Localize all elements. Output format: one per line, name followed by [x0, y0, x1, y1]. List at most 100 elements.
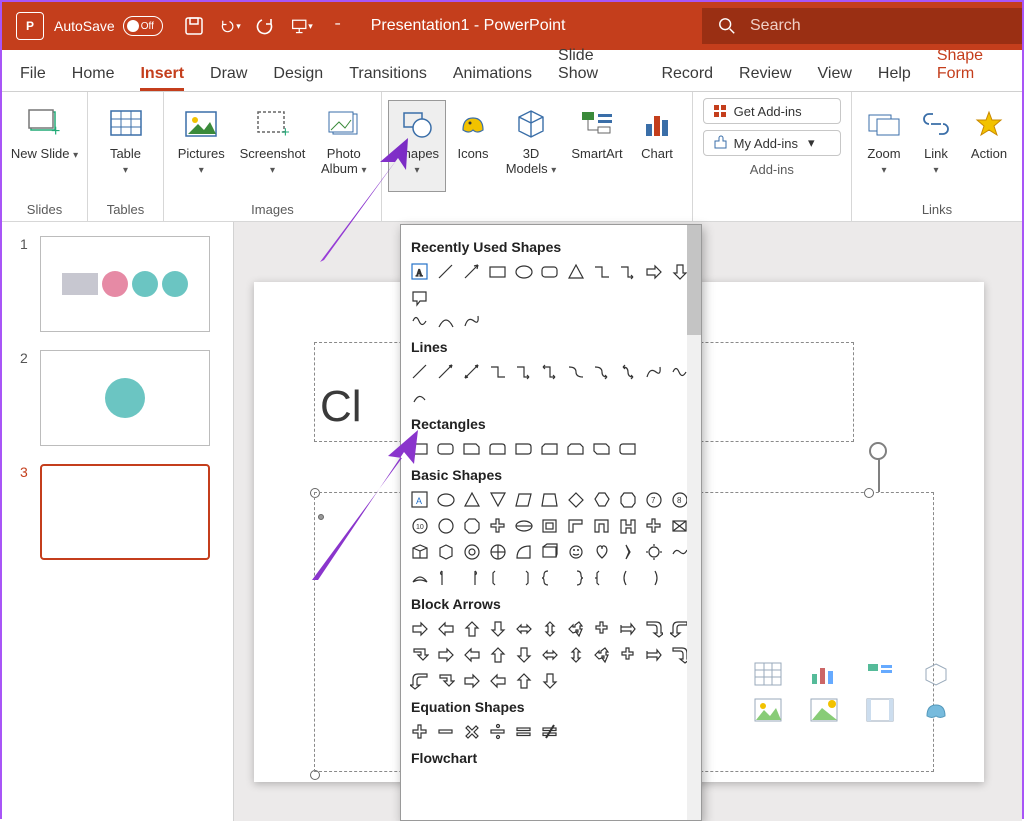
shape-not-equal[interactable]	[539, 721, 560, 742]
shape-right-arrow[interactable]	[643, 261, 664, 282]
shape-triangle[interactable]	[565, 261, 586, 282]
shape-arrow-27[interactable]	[539, 670, 560, 691]
tab-record[interactable]: Record	[661, 65, 713, 91]
shape-line-6[interactable]	[539, 361, 560, 382]
shape-basic-34[interactable]	[435, 567, 456, 588]
shape-line-4[interactable]	[487, 361, 508, 382]
shape-arrow-2[interactable]	[461, 618, 482, 639]
shape-connector[interactable]	[591, 261, 612, 282]
shape-basic-4[interactable]	[513, 489, 534, 510]
shape-arrow-26[interactable]	[513, 670, 534, 691]
shape-basic-1[interactable]	[435, 489, 456, 510]
shape-arrow-20[interactable]	[643, 644, 664, 665]
autosave-toggle[interactable]: AutoSave Off	[54, 16, 163, 36]
shape-rounded-rect[interactable]	[539, 261, 560, 282]
shape-basic-5[interactable]	[539, 489, 560, 510]
shape-arrow-1[interactable]	[435, 618, 456, 639]
shape-basic-15[interactable]	[513, 515, 534, 536]
shape-basic-6[interactable]	[565, 489, 586, 510]
action-button[interactable]: Action	[962, 100, 1016, 192]
tab-transitions[interactable]: Transitions	[349, 65, 427, 91]
table-ph-icon[interactable]	[754, 662, 782, 686]
shape-basic-16[interactable]	[539, 515, 560, 536]
shape-basic-28[interactable]	[565, 541, 586, 562]
shape-arrow-14[interactable]	[487, 644, 508, 665]
3d-models-button[interactable]: 3D Models ▾	[500, 100, 562, 192]
shape-minus[interactable]	[435, 721, 456, 742]
shape-basic-40[interactable]	[591, 567, 612, 588]
shape-rect-4[interactable]	[487, 438, 508, 459]
present-icon[interactable]: ▾	[291, 15, 313, 37]
shape-oval[interactable]	[513, 261, 534, 282]
shape-line-8[interactable]	[591, 361, 612, 382]
shape-basic-17[interactable]	[565, 515, 586, 536]
shape-line-2[interactable]	[435, 361, 456, 382]
shape-multiply[interactable]	[461, 721, 482, 742]
table-button[interactable]: Table▾	[94, 100, 157, 192]
shape-arrow-9[interactable]	[643, 618, 664, 639]
shape-line-12[interactable]	[409, 387, 430, 408]
shape-basic-3[interactable]	[487, 489, 508, 510]
redo-icon[interactable]	[255, 15, 277, 37]
shape-basic-37[interactable]	[513, 567, 534, 588]
save-icon[interactable]	[183, 15, 205, 37]
tab-slideshow[interactable]: Slide Show	[558, 47, 635, 91]
shape-basic-26[interactable]	[513, 541, 534, 562]
shape-arrow-24[interactable]	[461, 670, 482, 691]
shape-curve[interactable]	[435, 310, 456, 331]
shape-elbow-arrow[interactable]	[617, 261, 638, 282]
video-ph-icon[interactable]	[866, 698, 894, 722]
shape-arrow-12[interactable]	[435, 644, 456, 665]
shape-plus[interactable]	[409, 721, 430, 742]
tab-file[interactable]: File	[20, 65, 46, 91]
shape-arrow-line[interactable]	[461, 261, 482, 282]
shape-arrow-5[interactable]	[539, 618, 560, 639]
my-addins-button[interactable]: My Add-ins ▾	[703, 130, 841, 156]
shape-line[interactable]	[435, 261, 456, 282]
shape-arrow-7[interactable]	[591, 618, 612, 639]
shape-rect-8[interactable]	[591, 438, 612, 459]
icon-ph-icon[interactable]	[922, 698, 950, 722]
shape-arrow-18[interactable]	[591, 644, 612, 665]
tab-design[interactable]: Design	[273, 65, 323, 91]
get-addins-button[interactable]: Get Add-ins	[703, 98, 841, 124]
shape-basic-38[interactable]	[539, 567, 560, 588]
picture-ph-icon[interactable]	[754, 698, 782, 722]
link-button[interactable]: Link▾	[912, 100, 960, 192]
shapes-scrollbar[interactable]	[687, 225, 701, 820]
shape-basic-18[interactable]	[591, 515, 612, 536]
shape-basic-30[interactable]	[617, 541, 638, 562]
shape-line-10[interactable]	[643, 361, 664, 382]
new-slide-button[interactable]: + New Slide ▾	[8, 100, 81, 192]
shape-arrow-19[interactable]	[617, 644, 638, 665]
shape-line-5[interactable]	[513, 361, 534, 382]
zoom-button[interactable]: Zoom▾	[858, 100, 910, 192]
shape-rect-9[interactable]	[617, 438, 638, 459]
shape-basic-14[interactable]	[487, 515, 508, 536]
shape-arrow-0[interactable]	[409, 618, 430, 639]
shape-basic-23[interactable]	[435, 541, 456, 562]
shape-basic-9[interactable]: 7	[643, 489, 664, 510]
shape-arrow-13[interactable]	[461, 644, 482, 665]
shape-basic-25[interactable]	[487, 541, 508, 562]
tab-home[interactable]: Home	[72, 65, 115, 91]
slide-thumb-3[interactable]	[40, 464, 210, 560]
tab-shape-format[interactable]: Shape Form	[937, 47, 1022, 91]
shape-scribble[interactable]	[409, 310, 430, 331]
shape-basic-20[interactable]	[643, 515, 664, 536]
smartart-ph-icon[interactable]	[866, 662, 894, 686]
search-input[interactable]	[750, 17, 957, 35]
customize-qat-icon[interactable]: ⁼	[327, 15, 349, 37]
shape-arrow-3[interactable]	[487, 618, 508, 639]
shape-divide[interactable]	[487, 721, 508, 742]
shape-basic-29[interactable]	[591, 541, 612, 562]
shape-line-7[interactable]	[565, 361, 586, 382]
slide-thumb-2[interactable]	[40, 350, 210, 446]
shape-equal[interactable]	[513, 721, 534, 742]
shape-basic-12[interactable]	[435, 515, 456, 536]
shape-arrow-8[interactable]	[617, 618, 638, 639]
shape-arrow-15[interactable]	[513, 644, 534, 665]
shape-freeform[interactable]	[461, 310, 482, 331]
shape-basic-36[interactable]	[487, 567, 508, 588]
pictures-button[interactable]: Pictures▾	[170, 100, 232, 192]
